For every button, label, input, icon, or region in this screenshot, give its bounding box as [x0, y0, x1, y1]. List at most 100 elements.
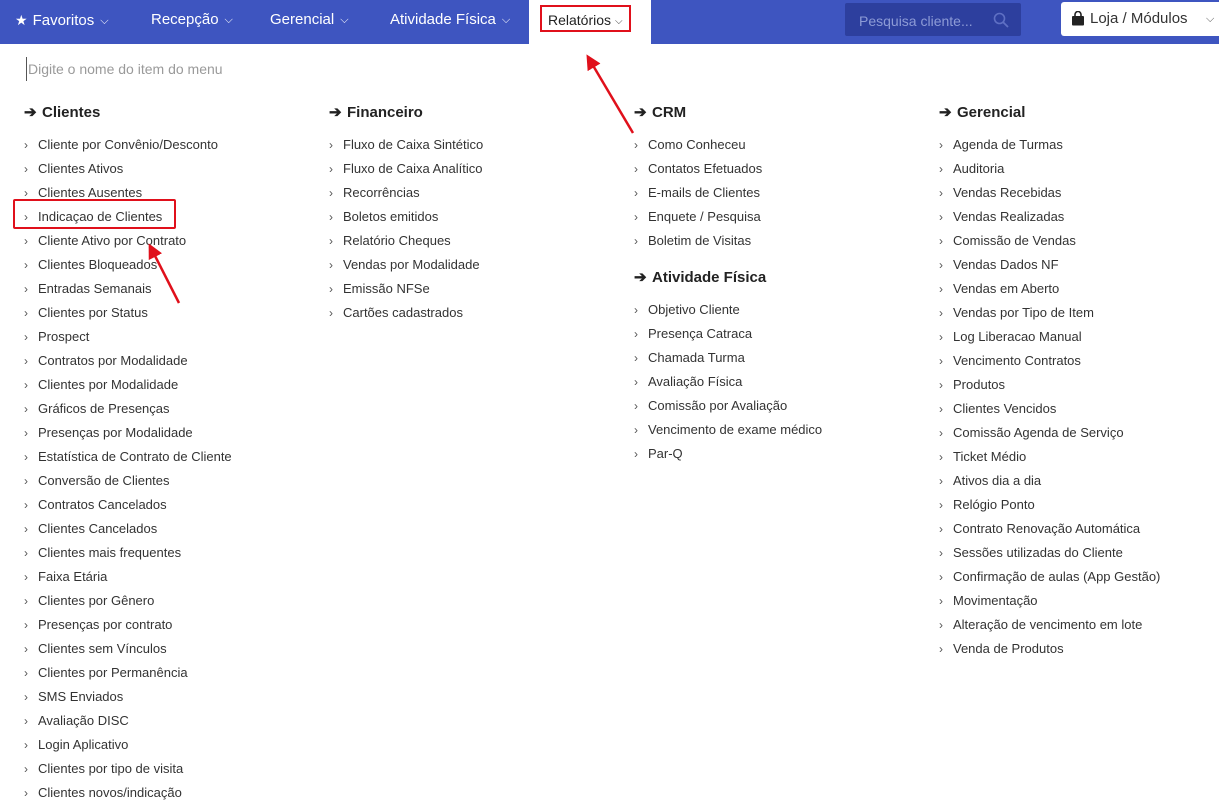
- menu-item-login-aplicativo[interactable]: › Login Aplicativo: [24, 733, 232, 757]
- menu-item-presenca-catraca[interactable]: › Presença Catraca: [634, 322, 822, 346]
- menu-item-boletim-de-visitas[interactable]: › Boletim de Visitas: [634, 229, 822, 253]
- menu-item-contatos-efetuados[interactable]: › Contatos Efetuados: [634, 157, 822, 181]
- menu-item-estatistica-de-contrato-de-cliente[interactable]: › Estatística de Contrato de Cliente: [24, 445, 232, 469]
- menu-item-clientes-vencidos[interactable]: › Clientes Vencidos: [939, 397, 1160, 421]
- menu-item-clientes-bloqueados[interactable]: › Clientes Bloqueados: [24, 253, 232, 277]
- chevron-right-icon: ›: [634, 327, 638, 341]
- menu-item-clientes-por-genero[interactable]: › Clientes por Gênero: [24, 589, 232, 613]
- menu-item-entradas-semanais[interactable]: › Entradas Semanais: [24, 277, 232, 301]
- menu-item-presencas-por-modalidade[interactable]: › Presenças por Modalidade: [24, 421, 232, 445]
- menu-item-label: Vencimento Contratos: [953, 353, 1081, 368]
- menu-item-vendas-recebidas[interactable]: › Vendas Recebidas: [939, 181, 1160, 205]
- chevron-right-icon: ›: [939, 234, 943, 248]
- menu-item-objetivo-cliente[interactable]: › Objetivo Cliente: [634, 298, 822, 322]
- menu-item-label: Vendas Recebidas: [953, 185, 1062, 200]
- menu-item-recorrencias[interactable]: › Recorrências: [329, 181, 483, 205]
- menu-item-par-q[interactable]: › Par-Q: [634, 442, 822, 466]
- menu-item-chamada-turma[interactable]: › Chamada Turma: [634, 346, 822, 370]
- menu-item-agenda-de-turmas[interactable]: › Agenda de Turmas: [939, 133, 1160, 157]
- menu-item-label: Contatos Efetuados: [648, 161, 763, 176]
- menu-item-contratos-cancelados[interactable]: › Contratos Cancelados: [24, 493, 232, 517]
- chevron-right-icon: ›: [329, 282, 333, 296]
- menu-item-log-liberacao-manual[interactable]: › Log Liberacao Manual: [939, 325, 1160, 349]
- menu-item-auditoria[interactable]: › Auditoria: [939, 157, 1160, 181]
- menu-item-prospect[interactable]: › Prospect: [24, 325, 232, 349]
- loja-modulos-dropdown[interactable]: Loja / Módulos ⌵: [1061, 2, 1219, 36]
- chevron-right-icon: ›: [939, 258, 943, 272]
- menu-item-sms-enviados[interactable]: › SMS Enviados: [24, 685, 232, 709]
- menu-item-ativos-dia-a-dia[interactable]: › Ativos dia a dia: [939, 469, 1160, 493]
- menu-item-confirmacao-de-aulas-app-gestao[interactable]: › Confirmação de aulas (App Gestão): [939, 565, 1160, 589]
- menu-item-contratos-por-modalidade[interactable]: › Contratos por Modalidade: [24, 349, 232, 373]
- menu-item-contrato-renovacao-automatica[interactable]: › Contrato Renovação Automática: [939, 517, 1160, 541]
- menu-item-vencimento-de-exame-medico[interactable]: › Vencimento de exame médico: [634, 418, 822, 442]
- menu-item-label: Alteração de vencimento em lote: [953, 617, 1143, 632]
- search-icon[interactable]: [993, 12, 1009, 28]
- nav-recepcao[interactable]: Recepção ⌵: [151, 0, 233, 40]
- menu-item-fluxo-de-caixa-analitico[interactable]: › Fluxo de Caixa Analítico: [329, 157, 483, 181]
- nav-relatorios[interactable]: Relatórios ⌵: [540, 5, 631, 32]
- menu-item-vendas-dados-nf[interactable]: › Vendas Dados NF: [939, 253, 1160, 277]
- menu-item-cliente-por-convenio-desconto[interactable]: › Cliente por Convênio/Desconto: [24, 133, 232, 157]
- menu-item-clientes-mais-frequentes[interactable]: › Clientes mais frequentes: [24, 541, 232, 565]
- menu-item-relatorio-cheques[interactable]: › Relatório Cheques: [329, 229, 483, 253]
- menu-item-vendas-em-aberto[interactable]: › Vendas em Aberto: [939, 277, 1160, 301]
- menu-item-faixa-etaria[interactable]: › Faixa Etária: [24, 565, 232, 589]
- menu-item-label: Chamada Turma: [648, 350, 745, 365]
- menu-item-clientes-por-permanencia[interactable]: › Clientes por Permanência: [24, 661, 232, 685]
- chevron-right-icon: ›: [634, 351, 638, 365]
- menu-item-comissao-de-vendas[interactable]: › Comissão de Vendas: [939, 229, 1160, 253]
- chevron-right-icon: ›: [634, 186, 638, 200]
- menu-item-venda-de-produtos[interactable]: › Venda de Produtos: [939, 637, 1160, 661]
- chevron-right-icon: ›: [939, 306, 943, 320]
- chevron-right-icon: ›: [24, 762, 28, 776]
- menu-item-clientes-por-tipo-de-visita[interactable]: › Clientes por tipo de visita: [24, 757, 232, 781]
- menu-item-e-mails-de-clientes[interactable]: › E-mails de Clientes: [634, 181, 822, 205]
- menu-item-avaliacao-disc[interactable]: › Avaliação DISC: [24, 709, 232, 733]
- chevron-right-icon: ›: [939, 498, 943, 512]
- menu-item-label: Avaliação DISC: [38, 713, 129, 728]
- menu-item-vendas-realizadas[interactable]: › Vendas Realizadas: [939, 205, 1160, 229]
- client-search-input[interactable]: [857, 3, 991, 38]
- menu-filter-input[interactable]: [26, 57, 430, 81]
- chevron-right-icon: ›: [24, 714, 28, 728]
- menu-item-clientes-por-modalidade[interactable]: › Clientes por Modalidade: [24, 373, 232, 397]
- menu-item-emissao-nfse[interactable]: › Emissão NFSe: [329, 277, 483, 301]
- menu-item-clientes-por-status[interactable]: › Clientes por Status: [24, 301, 232, 325]
- menu-item-boletos-emitidos[interactable]: › Boletos emitidos: [329, 205, 483, 229]
- menu-item-ticket-medio[interactable]: › Ticket Médio: [939, 445, 1160, 469]
- menu-item-label: Presença Catraca: [648, 326, 753, 341]
- menu-item-label: Vendas por Modalidade: [343, 257, 480, 272]
- nav-atividade-fisica[interactable]: Atividade Física ⌵: [390, 0, 510, 40]
- menu-item-clientes-cancelados[interactable]: › Clientes Cancelados: [24, 517, 232, 541]
- menu-item-como-conheceu[interactable]: › Como Conheceu: [634, 133, 822, 157]
- menu-item-fluxo-de-caixa-sintetico[interactable]: › Fluxo de Caixa Sintético: [329, 133, 483, 157]
- menu-item-vendas-por-tipo-de-item[interactable]: › Vendas por Tipo de Item: [939, 301, 1160, 325]
- menu-item-presencas-por-contrato[interactable]: › Presenças por contrato: [24, 613, 232, 637]
- chevron-right-icon: ›: [24, 138, 28, 152]
- menu-item-cliente-ativo-por-contrato[interactable]: › Cliente Ativo por Contrato: [24, 229, 232, 253]
- chevron-right-icon: ›: [939, 354, 943, 368]
- menu-item-label: Clientes por Status: [38, 305, 148, 320]
- menu-item-alteracao-de-vencimento-em-lote[interactable]: › Alteração de vencimento em lote: [939, 613, 1160, 637]
- menu-item-cartoes-cadastrados[interactable]: › Cartões cadastrados: [329, 301, 483, 325]
- menu-item-clientes-ativos[interactable]: › Clientes Ativos: [24, 157, 232, 181]
- nav-favoritos[interactable]: ★ Favoritos ⌵: [15, 0, 109, 40]
- menu-item-sessoes-utilizadas-do-cliente[interactable]: › Sessões utilizadas do Cliente: [939, 541, 1160, 565]
- menu-item-vencimento-contratos[interactable]: › Vencimento Contratos: [939, 349, 1160, 373]
- menu-item-produtos[interactable]: › Produtos: [939, 373, 1160, 397]
- menu-item-conversao-de-clientes[interactable]: › Conversão de Clientes: [24, 469, 232, 493]
- menu-item-relogio-ponto[interactable]: › Relógio Ponto: [939, 493, 1160, 517]
- menu-item-graficos-de-presencas[interactable]: › Gráficos de Presenças: [24, 397, 232, 421]
- menu-item-vendas-por-modalidade[interactable]: › Vendas por Modalidade: [329, 253, 483, 277]
- menu-item-comissao-agenda-de-servico[interactable]: › Comissão Agenda de Serviço: [939, 421, 1160, 445]
- menu-item-movimentacao[interactable]: › Movimentação: [939, 589, 1160, 613]
- chevron-right-icon: ›: [24, 642, 28, 656]
- menu-item-clientes-sem-vinculos[interactable]: › Clientes sem Vínculos: [24, 637, 232, 661]
- menu-item-comissao-por-avaliacao[interactable]: › Comissão por Avaliação: [634, 394, 822, 418]
- nav-gerencial[interactable]: Gerencial ⌵: [270, 0, 349, 40]
- menu-item-clientes-novos-indicacao[interactable]: › Clientes novos/indicação: [24, 781, 232, 805]
- menu-item-label: Enquete / Pesquisa: [648, 209, 761, 224]
- menu-item-avaliacao-fisica[interactable]: › Avaliação Física: [634, 370, 822, 394]
- menu-item-enquete-pesquisa[interactable]: › Enquete / Pesquisa: [634, 205, 822, 229]
